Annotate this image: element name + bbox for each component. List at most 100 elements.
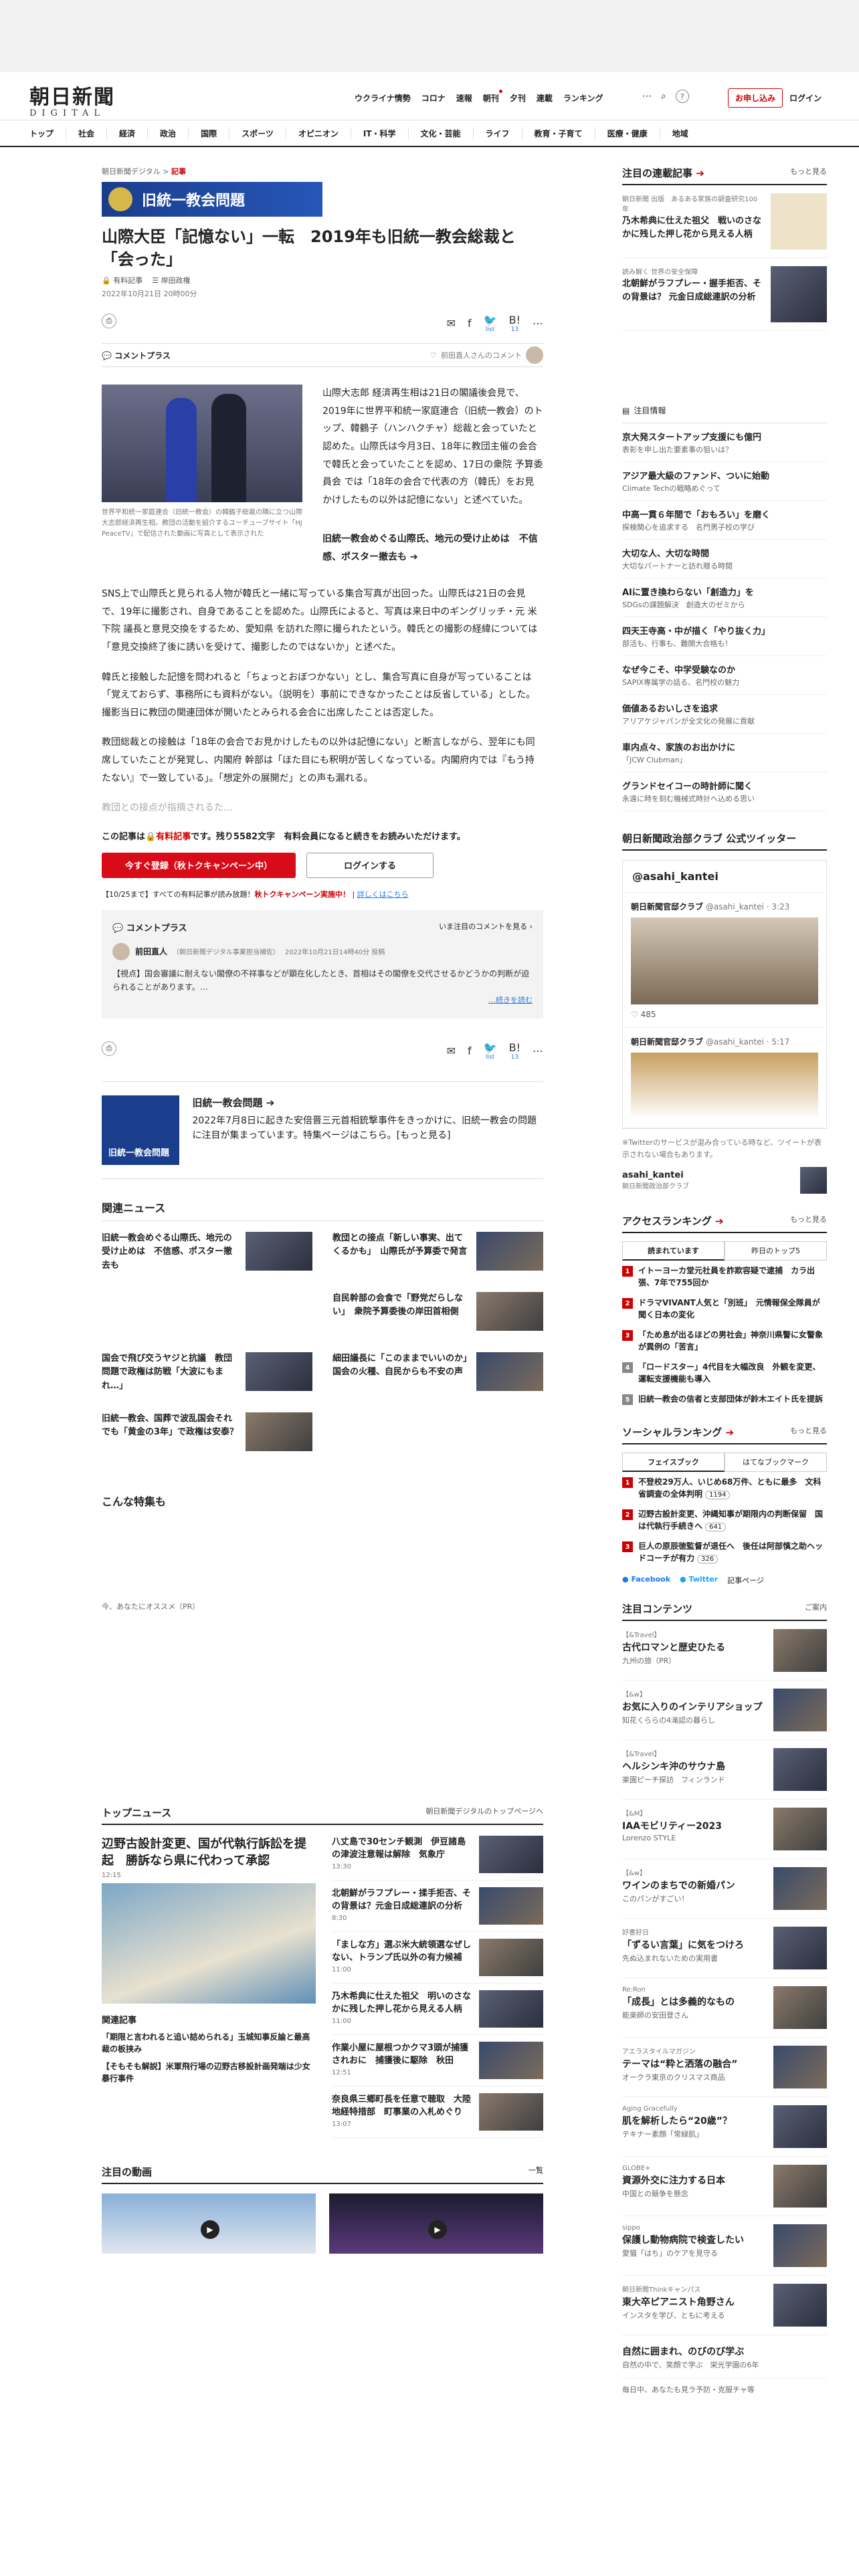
article-photo[interactable] [102, 385, 302, 503]
login-link[interactable]: ログイン [789, 92, 822, 104]
related-item[interactable]: 旧統一教会めぐる山際氏、地元の受け止めは 不信感、ポスター撤去も [102, 1231, 312, 1292]
tab-read[interactable]: 読まれています [622, 1241, 725, 1261]
notice-item[interactable]: 車内点々、家族のお出かけに 「JCW Clubman」 [622, 734, 827, 772]
register-button[interactable]: 今すぐ登録（秋トクキャンペーン中） [102, 852, 296, 878]
top-link[interactable]: ウクライナ情勢 [355, 92, 411, 104]
twitter-link[interactable]: ● Twitter [680, 1575, 718, 1586]
commenter-name[interactable]: 前田直人 [135, 946, 167, 957]
related-item[interactable]: 国会で飛び交うヤジと抗議 教団問題で政権は防戦「大波にもまれ…」 [102, 1352, 312, 1412]
twitter-icon[interactable]: 🐦 list [484, 1041, 497, 1061]
tw-handle[interactable]: @asahi_kantei [623, 861, 826, 893]
inline-related-link[interactable]: 旧統一教会めぐる山際氏、地元の受け止めは 不信感、ポスター撤去も ➔ [322, 530, 543, 566]
cat-item[interactable]: スポーツ [229, 127, 286, 139]
content-item[interactable]: 【&w】 ワインのまちでの新婚パン このパンがすごい！ [622, 1859, 827, 1919]
video-thumb[interactable] [102, 2193, 316, 2254]
topnews-item[interactable]: 奈良県三郷町長を任意で聴取 大陸地経特措部 町事業の入札めぐり 13:07 [332, 2092, 543, 2138]
last-item[interactable]: 毎日中、あなたも見ラ予防・克服チャ等 [622, 2384, 827, 2395]
picks-more[interactable]: もっと見る [790, 166, 827, 180]
contents-link[interactable]: ご案内 [805, 1602, 827, 1616]
related-item[interactable]: 旧統一教会、国葬で波乱国会それでも「黄金の3年」で政権は安泰？ [102, 1412, 312, 1473]
cat-item[interactable]: 文化・芸能 [409, 127, 474, 139]
topnews-photo[interactable] [102, 1883, 316, 2004]
cat-item[interactable]: 社会 [66, 127, 108, 139]
content-item[interactable]: GLOBE+ 資源外交に注力する日本 中国との競争を懸念 [622, 2157, 827, 2217]
social-item[interactable]: 3 巨人の原辰徳監督が退任へ 後任は阿部慎之助ヘッドコーチが有力 326 [622, 1536, 827, 1568]
facebook-icon[interactable]: f [468, 317, 472, 330]
article-page-link[interactable]: 記事ページ [727, 1575, 764, 1586]
more-share-icon[interactable]: ⋯ [533, 1045, 543, 1057]
notice-item[interactable]: 価値あるおいしさを追求 アリアケジャパンが全文化の発展に貢献 [622, 695, 827, 734]
topic-banner[interactable]: 旧統一教会問題 [102, 182, 322, 217]
notice-item[interactable]: AIに置き換わらない「創造力」を SDGsの課題解決 創造大のゼミから [622, 578, 827, 617]
hatena-icon[interactable]: B! 13 [509, 314, 520, 333]
twitter-icon[interactable]: 🐦 list [484, 314, 497, 333]
hatena-icon[interactable]: B! 13 [509, 1041, 520, 1061]
notice-item[interactable]: 中高一貫６年間で「おもろい」を磨く 探検関心を追求する 名門男子校の学び [622, 501, 827, 540]
related-item[interactable]: 細田議長に「このままでいいのか」 国会の火種、自民からも不安の声 [332, 1352, 543, 1412]
cat-item[interactable]: IT・科学 [351, 127, 409, 139]
signup-button[interactable]: お申し込み [728, 88, 783, 108]
topnews-headline[interactable]: 辺野古設計変更、国が代執行訴訟を提起 勝訴なら県に代わって承認 [102, 1836, 316, 1869]
content-item[interactable]: 好書好日 「ずるい言葉」に気をつけろ 先ぬ込まれないための実用書 [622, 1919, 827, 1979]
tweet[interactable]: 朝日新聞官邸クラブ @asahi_kantei · 5:17 [623, 1028, 826, 1128]
facebook-link[interactable]: ● Facebook [622, 1575, 670, 1586]
comment-plus-right[interactable]: ♡ 前田直人さんのコメント [430, 346, 543, 364]
content-item[interactable]: 【&w】 お気に入りのインテリアショップ 知花くららの4滝認の暮らし [622, 1681, 827, 1741]
feature-promo[interactable]: 旧統一教会問題 旧統一教会問題 ➔ 2022年7月8日に起きた安倍晋三元首相銃撃… [102, 1081, 543, 1179]
top-link[interactable]: コロナ [421, 92, 446, 104]
social-item[interactable]: 1 不登校29万人、いじめ68万件、ともに最多 文科省調査の全体判明 1194 [622, 1472, 827, 1504]
notice-item[interactable]: 大切な人、大切な時間 大切なパートナーと訪れ贈る時間 [622, 540, 827, 578]
facebook-icon[interactable]: f [468, 1045, 472, 1057]
content-item[interactable]: アエラスタイルマガジン テーマは“粋と洒落の融合” オークラ東京のクリスマス商品 [622, 2038, 827, 2098]
cat-item[interactable]: 地域 [660, 128, 700, 139]
notice-item[interactable]: 京大発スタートアップ支援にも億円 表彰を申し出た要素事の狙いは？ [622, 423, 827, 462]
topnews-link[interactable]: 朝日新聞デジタルのトップページへ [425, 1806, 543, 1820]
cat-item[interactable]: 国際 [189, 127, 230, 139]
content-item[interactable]: 【&Travel】 ヘルシンキ沖のサウナ島 楽園ピーチ探訪 フィンランド [622, 1740, 827, 1800]
access-more[interactable]: もっと見る [790, 1214, 827, 1228]
cat-item[interactable]: トップ [29, 127, 67, 139]
top-link[interactable]: 連載 [537, 92, 553, 104]
tab-yesterday[interactable]: 昨日のトップ5 [725, 1241, 827, 1261]
rank-item[interactable]: 1 イトーヨーカ堂元社員を詐欺容疑で逮捕 カラ出張、7年で755回か [622, 1261, 827, 1293]
social-more[interactable]: もっと見る [790, 1425, 827, 1439]
site-logo[interactable]: 朝日新聞 DIGITAL [29, 80, 115, 118]
content-item[interactable]: 【&M】 IAAモビリティー2023 Lorenzo STYLE [622, 1800, 827, 1860]
cat-item[interactable]: 経済 [107, 127, 149, 139]
campaign-link[interactable]: 詳しくはこちら [357, 890, 409, 899]
cat-item[interactable]: 政治 [148, 127, 189, 139]
social-item[interactable]: 2 辺野古設計変更、沖縄知事が期限内の判断保留 国は代執行手続きへ 641 [622, 1504, 827, 1536]
related-item[interactable]: 教団との接点「新しい事実、出てくるかも」 山際氏が予算委で発言 [332, 1231, 543, 1292]
more-share-icon[interactable]: ⋯ [533, 317, 543, 330]
search-icon[interactable]: ⌕ [661, 91, 666, 102]
rank-item[interactable]: 2 ドラマVIVANT人気と「別班」 元情報保全隊員が聞く日本の変化 [622, 1293, 827, 1325]
topnews-rel-item[interactable]: 【そもそも解説】米軍飛行場の辺野古移設計画発端は少女暴行事件 [102, 2060, 316, 2084]
top-link[interactable]: 夕刊 [510, 92, 526, 104]
tab-facebook[interactable]: フェイスブック [622, 1453, 725, 1473]
content-item[interactable]: Aging Gracefully 肌を解析したら“20歳”？ テキナー素顔「常緑肌」 [622, 2097, 827, 2157]
tab-hatena[interactable]: はてなブックマーク [725, 1453, 827, 1473]
tweet[interactable]: 朝日新聞官邸クラブ @asahi_kantei · 3:23 ♡ 485 [623, 893, 826, 1028]
notice-item[interactable]: なぜ今こそ、中学受験なのか SAPIX専属学の話る、名門校の魅力 [622, 656, 827, 695]
content-item[interactable]: sippo 保護し動物病院で検査したい 愛猫「はち」のケアを見守る [622, 2216, 827, 2276]
tw-account[interactable]: asahi_kantei 朝日新聞政治部クラブ [622, 1167, 827, 1194]
mail-icon[interactable]: ✉ [447, 317, 456, 330]
rank-item[interactable]: 3 「ため息が出るほどの男社会」神奈川県警に女警象が異例の「苦言」 [622, 1325, 827, 1357]
mail-icon[interactable]: ✉ [447, 1045, 456, 1057]
more-icon[interactable]: ⋯ [642, 91, 652, 102]
topnews-item[interactable]: 北朝鮮がラフプレー・揉手拒否、その背景は？元金日成総連訳の分析 8:30 [332, 1887, 543, 1932]
top-link[interactable]: 速報 [456, 92, 472, 104]
content-item[interactable]: 朝日新聞Thinkキャンパス 東大卒ピアニスト角野さん インスタを学び、ともに考える [622, 2276, 827, 2336]
topnews-item[interactable]: 作業小屋に屋根つかクマ3頭が捕獲されおに 捕獲後に駆除 秋田 12:51 [332, 2041, 543, 2086]
video-more[interactable]: 一覧 [529, 2165, 543, 2179]
cat-item[interactable]: ライフ [474, 127, 522, 139]
crumb-site[interactable]: 朝日新聞デジタル [102, 167, 161, 176]
cat-item[interactable]: 医療・健康 [595, 127, 660, 139]
top-link[interactable]: 朝刊 [483, 90, 502, 104]
notice-item[interactable]: アジア最大級のファンド、ついに始動 Climate Techの戦略めぐって [622, 462, 827, 501]
pick-item[interactable]: 読み解く 世界の安全保障 北朝鮮がラフプレー・握手拒否、その背景は？ 元金日成総連… [622, 258, 827, 331]
pick-item[interactable]: 朝日新聞 出版 あるある家族の調査研究100年 乃木希典に仕えた祖父 戦いのさなか… [622, 185, 827, 258]
topnews-rel-item[interactable]: 「期限と言われると追い詰められる」玉城知事反論と最高裁の板挟み [102, 2031, 316, 2055]
comment-plus-label[interactable]: 💬 コメントプラス [102, 350, 171, 361]
login-button[interactable]: ログインする [306, 852, 434, 878]
